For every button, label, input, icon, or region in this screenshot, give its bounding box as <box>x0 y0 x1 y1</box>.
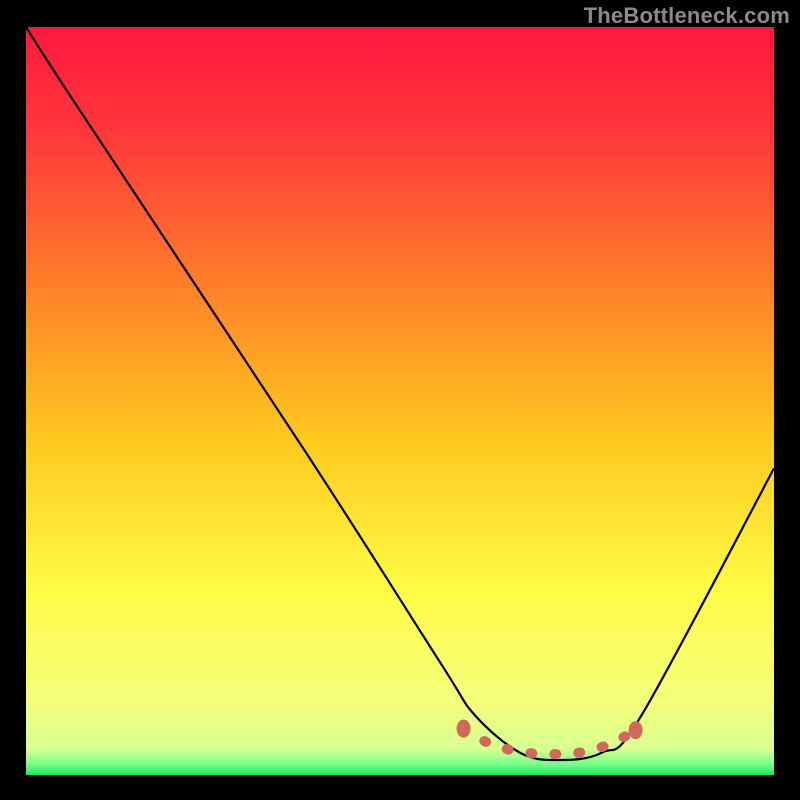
optimal-zone-endpoint <box>457 720 471 738</box>
bottleneck-chart <box>26 27 774 775</box>
watermark-text: TheBottleneck.com <box>584 3 790 29</box>
optimal-zone-endpoint <box>629 721 643 739</box>
gradient-background <box>26 27 774 775</box>
chart-frame <box>26 27 774 775</box>
